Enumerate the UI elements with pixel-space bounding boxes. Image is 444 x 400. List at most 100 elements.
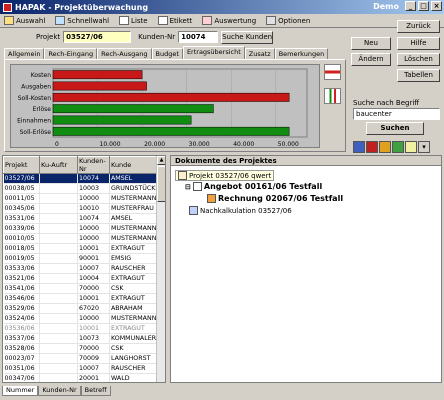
format-a-red-icon[interactable]	[366, 141, 378, 153]
x-tick-label: 10.000	[100, 141, 121, 148]
cell-projekt: 03537/06	[3, 333, 40, 344]
format-a-blue-icon[interactable]	[353, 141, 365, 153]
cell-projekt: 03541/06	[3, 283, 40, 294]
cell-kunde: GRUNDSTÜCKSVE	[109, 183, 158, 194]
suchen-button[interactable]: Suchen	[366, 122, 424, 135]
cell-ku-auftr	[39, 293, 78, 304]
category-label: Kosten	[31, 72, 51, 79]
auswahl-icon	[4, 16, 14, 25]
table-row[interactable]: 03536/06 10001 EXTRAGUT	[3, 323, 158, 334]
cell-projekt: 03546/06	[3, 293, 40, 304]
tree-expand-icon[interactable]: ⊟	[185, 183, 191, 191]
table-row[interactable]: 03537/06 10073KOMMUNALER IM	[3, 333, 158, 344]
cell-projekt: 03521/06	[3, 273, 40, 284]
kunden-input[interactable]: 10074	[178, 31, 219, 43]
format-b-icon[interactable]	[379, 141, 391, 153]
bottom-tab-nummer[interactable]: Nummer	[2, 386, 39, 396]
chart-icon	[202, 16, 213, 25]
tab-budget[interactable]: Budget	[151, 48, 183, 59]
format-r-icon[interactable]	[392, 141, 404, 153]
table-row[interactable]: 03521/06 10004 EXTRAGUT	[3, 273, 158, 284]
table-row[interactable]: 00345/06 10010 MUSTERFRAU	[3, 203, 158, 214]
bar	[52, 70, 143, 80]
col-ku-auftr[interactable]: Ku-Auftr	[39, 156, 78, 174]
table-row[interactable]: 00019/05 90001 EMSIG	[3, 253, 158, 264]
cell-ku-auftr	[39, 213, 78, 224]
suche-kunden-button[interactable]: Suche Kunden	[221, 30, 274, 44]
tree-nachkalkulation[interactable]: Nachkalkulation 03527/06	[189, 206, 292, 215]
cell-kunde: EXTRAGUT	[109, 243, 158, 254]
menu-schnellwahl[interactable]: Schnellwahl	[55, 16, 109, 25]
cell-ku-auftr	[39, 313, 78, 324]
menu-auswertung[interactable]: Auswertung	[202, 16, 256, 25]
cell-projekt: 03527/06	[3, 173, 40, 184]
cell-projekt: 00018/05	[3, 243, 40, 254]
tab-allgemein[interactable]: Allgemein	[4, 48, 45, 59]
table-row[interactable]: 03546/06 10001 EXTRAGUT	[3, 293, 158, 304]
cell-ku-auftr	[39, 223, 78, 234]
neu-button[interactable]: Neu	[351, 37, 391, 50]
scroll-thumb[interactable]	[157, 166, 165, 202]
dropdown-arrow-icon[interactable]: ▾	[418, 141, 430, 153]
tree-root[interactable]: Projekt 03527/06 qwert	[175, 170, 275, 181]
cell-kunde: EXTRAGUT	[109, 293, 158, 304]
col-projekt[interactable]: Projekt	[3, 156, 40, 174]
col-kunde[interactable]: Kunde	[109, 156, 158, 174]
cell-kunde: CSK	[109, 283, 158, 294]
table-row[interactable]: 03529/06 67020 ABRAHAM	[3, 303, 158, 314]
tab-rech-eingang[interactable]: Rech-Eingang	[44, 48, 98, 59]
tree-angebot[interactable]: ⊟ Angebot 00161/06 Testfall	[185, 182, 322, 191]
bottom-tab-kunden-nr[interactable]: Kunden-Nr	[38, 386, 81, 396]
menu-etikett[interactable]: Etikett	[157, 16, 192, 25]
table-row[interactable]: 03533/06 10007 RAUSCHER	[3, 263, 158, 274]
hilfe-button[interactable]: Hilfe	[397, 37, 440, 50]
minimize-button[interactable]: _	[405, 1, 416, 11]
cell-ku-auftr	[39, 233, 78, 244]
zurueck-button[interactable]: Zurück	[397, 20, 440, 33]
cell-ku-auftr	[39, 353, 78, 364]
close-button[interactable]: ×	[431, 1, 442, 11]
tab-zusatz[interactable]: Zusatz	[244, 48, 275, 59]
aendern-button[interactable]: Ändern	[351, 53, 391, 66]
table-row[interactable]: 00011/05 10000 MUSTERMANN	[3, 193, 158, 204]
table-row[interactable]: 00038/05 10003GRUNDSTÜCKSVE	[3, 183, 158, 194]
tabellen-button[interactable]: Tabellen	[397, 69, 440, 82]
table-row[interactable]: 00347/06 20001 WALD	[3, 373, 158, 382]
tab-rech-ausgang[interactable]: Rech-Ausgang	[97, 48, 152, 59]
column-chart-icon[interactable]	[324, 88, 341, 104]
cell-projekt: 03531/06	[3, 213, 40, 224]
maximize-button[interactable]: □	[418, 1, 429, 11]
table-row[interactable]: 00010/05 10000 MUSTERMANN	[3, 233, 158, 244]
cell-projekt: 00038/05	[3, 183, 40, 194]
invoice-icon	[207, 194, 216, 203]
table-row[interactable]: 03524/06 10000 MUSTERMANN	[3, 313, 158, 324]
table-row[interactable]: 00023/07 70009 LANGHORST	[3, 353, 158, 364]
table-row[interactable]: 03531/06 10074 AMSEL	[3, 213, 158, 224]
cell-kunden-nr: 20001	[77, 373, 110, 382]
table-row[interactable]: 00018/05 10001 EXTRAGUT	[3, 243, 158, 254]
cell-kunde: WALD	[109, 373, 158, 382]
table-row[interactable]: 03527/06 10074 AMSEL	[3, 173, 158, 184]
document-icon	[192, 182, 202, 191]
table-row[interactable]: 03528/06 70000 CSK	[3, 343, 158, 354]
menu-liste[interactable]: Liste	[119, 16, 148, 25]
tree-rechnung[interactable]: Rechnung 02067/06 Testfall	[207, 194, 343, 203]
cell-kunde: RAUSCHER	[109, 363, 158, 374]
bar-chart-icon[interactable]	[324, 64, 341, 80]
menu-auswahl[interactable]: Auswahl	[4, 16, 45, 25]
table-row[interactable]: 00339/06 10000 MUSTERMANN	[3, 223, 158, 234]
table-row[interactable]: 00351/06 10007 RAUSCHER	[3, 363, 158, 374]
tab-bemerkungen[interactable]: Bemerkungen	[274, 48, 329, 59]
loeschen-button[interactable]: Löschen	[397, 53, 440, 66]
search-input[interactable]: baucenter	[353, 108, 440, 120]
cell-ku-auftr	[39, 263, 78, 274]
bottom-tab-betreff[interactable]: Betreff	[80, 386, 111, 396]
col-kunden-nr[interactable]: Kunden-Nr	[77, 156, 110, 174]
scroll-up-icon[interactable]: ▲	[157, 156, 165, 165]
format-t-icon[interactable]	[405, 141, 417, 153]
projekt-input[interactable]: 03527/06	[63, 31, 132, 43]
menu-optionen[interactable]: Optionen	[266, 16, 310, 25]
tab-ertragsuebersicht[interactable]: Ertragsübersicht	[182, 46, 245, 59]
grid-scrollbar[interactable]: ▲	[156, 156, 165, 382]
table-row[interactable]: 03541/06 70000 CSK	[3, 283, 158, 294]
